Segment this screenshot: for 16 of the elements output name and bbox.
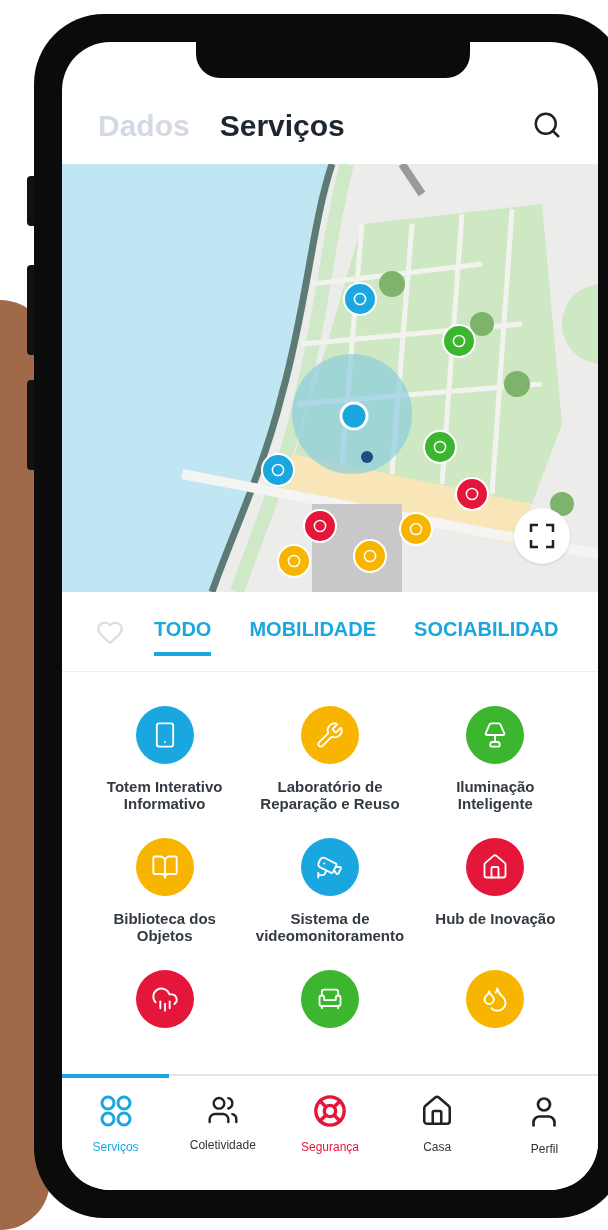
fullscreen-icon <box>529 523 555 549</box>
nav-tab[interactable]: Casa <box>383 1074 491 1190</box>
header-tab[interactable]: Serviços <box>219 102 345 148</box>
service-tile[interactable]: Sistema de videomonitoramento <box>247 838 413 944</box>
service-tile[interactable]: Hub de Inovação <box>412 838 578 944</box>
service-tile[interactable]: Biblioteca dos Objetos <box>82 838 248 944</box>
service-tile[interactable]: Iluminação Inteligente <box>412 706 578 812</box>
nav-tab[interactable]: Coletividade <box>169 1074 277 1190</box>
service-tile[interactable]: Totem Interativo Informativo <box>82 706 248 812</box>
nav-tab[interactable]: Segurança <box>276 1074 384 1190</box>
people-icon <box>206 1094 239 1126</box>
nav-tab[interactable]: Perfil <box>490 1074 598 1190</box>
search-icon[interactable] <box>532 110 562 140</box>
grid-icon <box>98 1094 133 1128</box>
service-tile[interactable]: Laboratório de Reparação e Reuso <box>247 706 413 812</box>
lifebuoy-icon <box>313 1094 347 1128</box>
